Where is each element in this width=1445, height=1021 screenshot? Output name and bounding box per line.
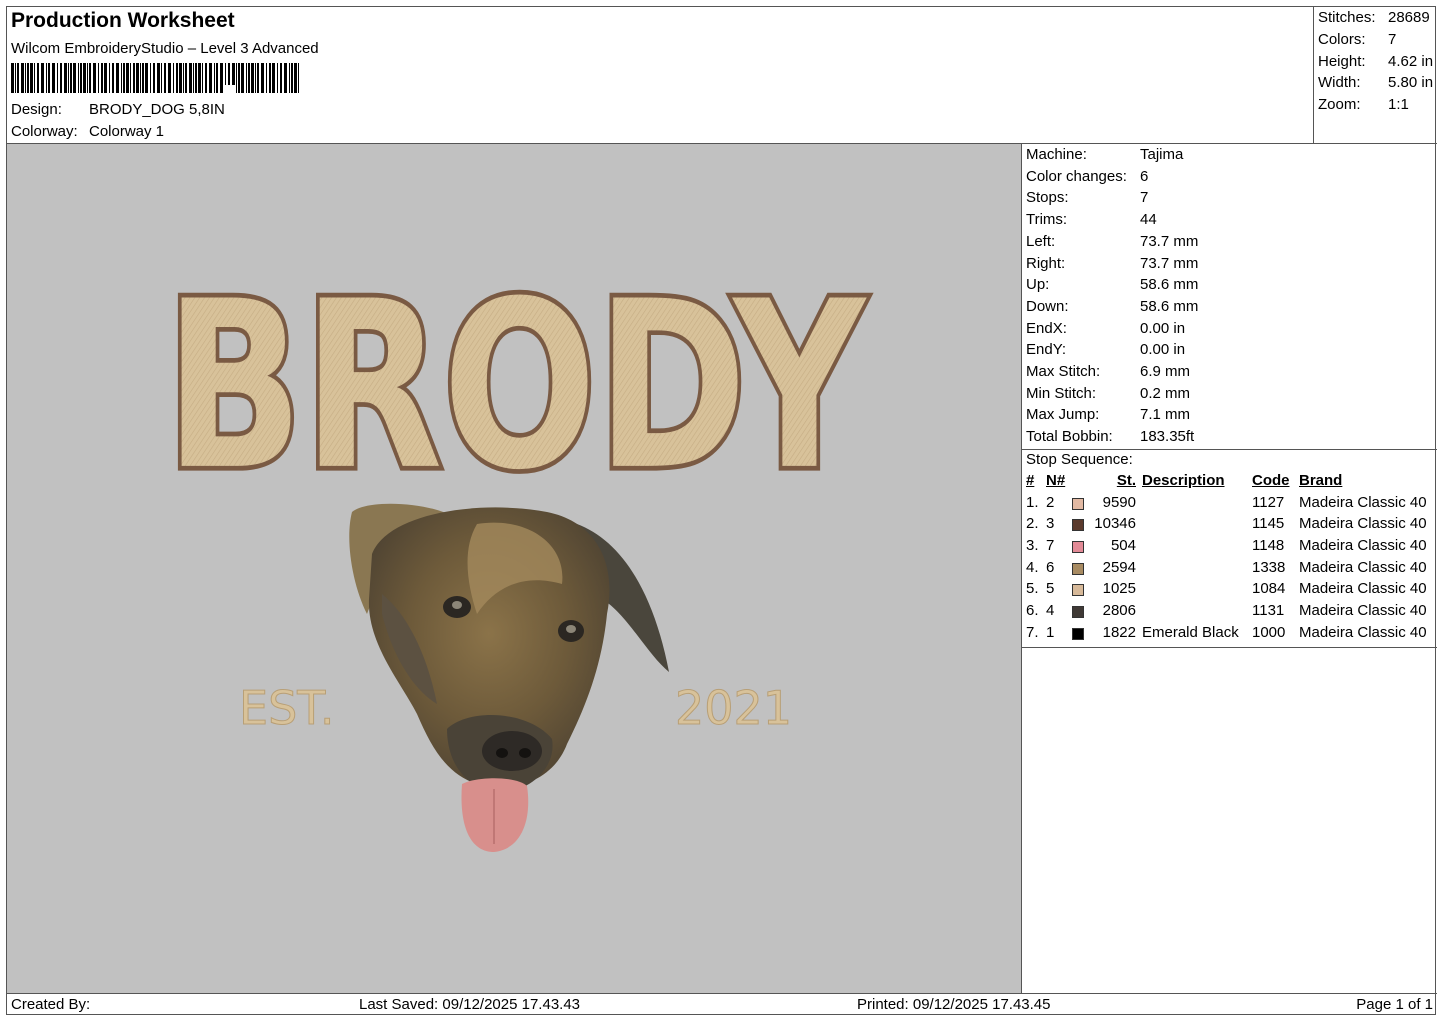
row-brand: Madeira Classic 40 — [1299, 515, 1427, 533]
row-brand: Madeira Classic 40 — [1299, 537, 1427, 555]
summary-colors: Colors: 7 — [1318, 31, 1397, 48]
worksheet: Production Worksheet Wilcom EmbroiderySt… — [6, 6, 1437, 1016]
table-row: 2. 3 10346 1145 Madeira Classic 40 — [1024, 515, 1436, 537]
embroidery-preview: BRODY EST. 2021 — [160, 248, 872, 852]
color-swatch — [1072, 497, 1084, 510]
stop-sequence-title: Stop Sequence: — [1026, 451, 1133, 468]
design-row: Design: BRODY_DOG 5,8IN — [11, 101, 225, 118]
row-brand: Madeira Classic 40 — [1299, 602, 1427, 620]
info-down: Down: 58.6 mm — [1026, 297, 1199, 315]
row-stitches: 2806 — [1102, 602, 1136, 620]
row-needle: 4 — [1046, 602, 1055, 620]
row-code: 1131 — [1252, 602, 1285, 620]
stop-sequence-table: # N# St. Description Code Brand 1. 2 9590 1… — [1024, 472, 1436, 646]
row-brand: Madeira Classic 40 — [1299, 493, 1427, 511]
design-preview: BRODY EST. 2021 — [7, 144, 1022, 993]
color-swatch — [1072, 627, 1084, 640]
table-row: 1. 2 9590 1127 Madeira Classic 40 — [1024, 494, 1436, 516]
color-swatch — [1072, 562, 1084, 575]
printed-date: Printed: 09/12/2025 17.43.45 — [857, 996, 1051, 1013]
row-index: 2. — [1026, 515, 1039, 533]
created-by: Created By: — [11, 996, 91, 1013]
info-machine: Machine: Tajima — [1026, 146, 1184, 163]
info-max-jump: Max Jump: 7.1 mm — [1026, 406, 1191, 424]
row-code: 1084 — [1252, 580, 1286, 598]
row-stitches: 2594 — [1102, 558, 1136, 576]
table-row: 7. 1 1822 Emerald Black 1000 Madeira Classic … — [1024, 624, 1436, 646]
row-index: 4. — [1026, 558, 1039, 576]
info-endy: EndY: 0.00 in — [1026, 341, 1186, 359]
table-row: 6. 4 2806 1131 Madeira Classic 40 — [1024, 602, 1436, 624]
info-total-bobbin: Total Bobbin: 183.35ft — [1026, 428, 1195, 446]
row-description: Emerald Black — [1142, 623, 1239, 641]
table-row: 5. 5 1025 1084 Madeira Classic 40 — [1024, 580, 1436, 602]
row-index: 5. — [1026, 580, 1039, 598]
row-code: 1000 — [1252, 623, 1286, 641]
header-panel: Production Worksheet Wilcom EmbroiderySt… — [7, 7, 1314, 144]
info-left: Left: 73.7 mm — [1026, 232, 1199, 250]
design-value: BRODY_DOG 5,8IN — [89, 101, 225, 118]
row-stitches: 9590 — [1102, 493, 1136, 511]
info-up: Up: 58.6 mm — [1026, 276, 1199, 294]
footer: Created By: Last Saved: 09/12/2025 17.43… — [7, 993, 1437, 1016]
info-min-stitch: Min Stitch: 0.2 mm — [1026, 384, 1191, 402]
row-stitches: 504 — [1110, 537, 1136, 555]
row-needle: 3 — [1046, 515, 1055, 533]
row-code: 1145 — [1252, 515, 1285, 533]
design-name-text: BRODY — [165, 253, 867, 521]
row-brand: Madeira Classic 40 — [1299, 558, 1427, 576]
row-needle: 2 — [1046, 493, 1055, 511]
machine-info-panel: Machine: Tajima Color changes: 6 Stops: 7 T… — [1022, 144, 1437, 993]
row-needle: 7 — [1046, 537, 1055, 555]
row-index: 7. — [1026, 623, 1039, 641]
row-needle: 1 — [1046, 623, 1055, 641]
year-text: 2021 — [675, 681, 792, 735]
colorway-row: Colorway: Colorway 1 — [11, 123, 164, 140]
stop-sequence-header: # N# St. Description Code Brand — [1026, 472, 1343, 489]
color-swatch — [1072, 584, 1084, 597]
info-trims: Trims: 44 — [1026, 211, 1157, 229]
dog-head-graphic — [349, 503, 669, 852]
row-code: 1338 — [1252, 558, 1286, 576]
table-row: 4. 6 2594 1338 Madeira Classic 40 — [1024, 559, 1436, 581]
color-swatch — [1072, 519, 1084, 532]
info-color-changes: Color changes: 6 — [1026, 167, 1149, 185]
info-divider — [1022, 449, 1437, 450]
row-index: 3. — [1026, 537, 1039, 555]
table-divider — [1022, 647, 1437, 648]
color-swatch — [1072, 541, 1084, 554]
table-row: 3. 7 504 1148 Madeira Classic 40 — [1024, 537, 1436, 559]
row-needle: 5 — [1046, 580, 1055, 598]
row-stitches: 10346 — [1094, 515, 1136, 533]
row-index: 1. — [1026, 493, 1039, 511]
row-needle: 6 — [1046, 558, 1055, 576]
row-index: 6. — [1026, 602, 1039, 620]
design-label: Design: — [11, 101, 62, 118]
row-stitches: 1025 — [1102, 580, 1136, 598]
colorway-value: Colorway 1 — [89, 123, 165, 140]
info-endx: EndX: 0.00 in — [1026, 319, 1186, 337]
page-number: Page 1 of 1 — [1356, 996, 1433, 1013]
summary-stitches: Stitches: 28689 — [1318, 9, 1430, 26]
info-max-stitch: Max Stitch: 6.9 mm — [1026, 363, 1191, 380]
row-brand: Madeira Classic 40 — [1299, 580, 1427, 598]
est-text: EST. — [239, 681, 335, 735]
row-brand: Madeira Classic 40 — [1299, 623, 1427, 641]
barcode-image — [11, 63, 299, 93]
color-swatch — [1072, 606, 1084, 619]
summary-panel: Stitches: 28689 Colors: 7 Height: 4.62 in W… — [1314, 7, 1437, 144]
summary-zoom: Zoom: 1:1 — [1318, 96, 1409, 113]
summary-height: Height: 4.62 in — [1318, 53, 1434, 70]
last-saved: Last Saved: 09/12/2025 17.43.43 — [359, 996, 581, 1013]
row-code: 1148 — [1252, 537, 1285, 555]
info-stops: Stops: 7 — [1026, 189, 1149, 207]
row-code: 1127 — [1252, 493, 1285, 511]
row-stitches: 1822 — [1102, 623, 1136, 641]
page-title: Production Worksheet — [11, 9, 235, 32]
colorway-label: Colorway: — [11, 123, 78, 140]
software-name: Wilcom EmbroideryStudio – Level 3 Advanc… — [11, 40, 319, 57]
summary-width: Width: 5.80 in — [1318, 74, 1434, 91]
info-right: Right: 73.7 mm — [1026, 254, 1199, 272]
